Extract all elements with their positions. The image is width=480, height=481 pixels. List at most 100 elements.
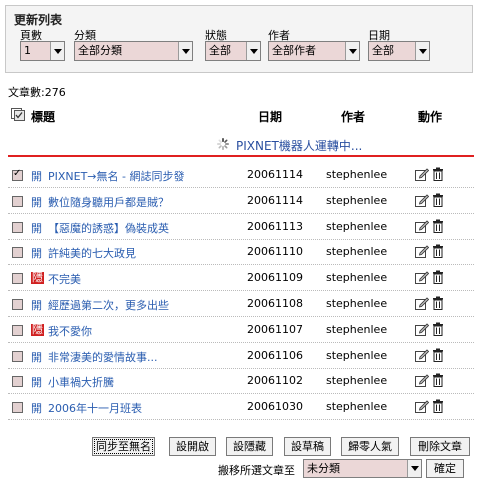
author-select-value: 全部作者 [272,44,316,57]
edit-icon[interactable] [415,168,429,181]
header-author: 作者 [341,110,366,124]
article-date: 20061109 [247,271,303,284]
edit-icon[interactable] [415,297,429,310]
header-action: 動作 [418,110,443,124]
article-date: 20061107 [247,323,303,336]
row-checkbox[interactable] [12,299,23,310]
row-checkbox[interactable] [12,376,23,387]
robot-status: PIXNET機器人運轉中... [236,139,363,153]
select-all-icon[interactable] [11,108,25,121]
status-badge: 隱 [31,271,44,284]
article-title-link[interactable]: 經歷過第二次，更多出些 [48,297,169,313]
header-title: 標題 [31,110,56,124]
category-select[interactable]: 全部分類 [74,41,193,61]
article-date: 20061114 [247,168,303,181]
category-select-value: 全部分類 [78,44,122,57]
confirm-button[interactable]: 確定 [426,459,464,478]
article-title-link[interactable]: PIXNET→無名 - 網誌同步發 [48,168,185,184]
row-checkbox[interactable] [12,196,23,207]
status-badge: 開 [31,402,42,415]
article-date: 20061110 [247,245,303,258]
status-select[interactable]: 全部 [205,41,261,61]
article-title-link[interactable]: 我不愛你 [48,323,92,339]
article-date: 20061108 [247,297,303,310]
row-checkbox[interactable] [12,351,23,362]
article-title-link[interactable]: 許純美的七大政見 [48,245,136,261]
article-date: 20061113 [247,220,303,233]
trash-icon[interactable] [432,399,444,413]
chevron-down-icon [415,42,429,60]
row-checkbox[interactable] [12,222,23,233]
status-badge: 開 [31,247,42,260]
status-badge: 開 [31,222,42,235]
table-row: 開 2006年十一月班表 20061030 stephenlee [8,395,474,420]
header-date: 日期 [258,110,283,124]
trash-icon[interactable] [432,219,444,233]
sync-anonymous-button[interactable]: 同步至無名 [92,437,155,456]
table-row: 開數位隨身聽用戶都是賊？ 20061114 stephenlee [8,189,474,214]
status-select-value: 全部 [209,44,231,57]
trash-icon[interactable] [432,348,444,362]
article-author: stephenlee [326,271,388,284]
row-checkbox[interactable] [12,247,23,258]
article-author: stephenlee [326,349,388,362]
edit-icon[interactable] [415,323,429,336]
status-badge: 開 [31,196,42,209]
table-row: 開 PIXNET→無名 - 網誌同步發 20061114 stephenlee [8,163,474,188]
edit-icon[interactable] [415,245,429,258]
table-row: 開許純美的七大政見 20061110 stephenlee [8,240,474,265]
article-title-link[interactable]: 小車禍大折騰 [48,374,114,390]
panel-title: 更新列表 [14,13,63,27]
edit-icon[interactable] [415,271,429,284]
status-badge: 開 [31,170,42,183]
article-author: stephenlee [326,374,388,387]
article-date: 20061102 [247,374,303,387]
article-author: stephenlee [326,323,388,336]
set-public-button[interactable]: 設開啟 [169,437,216,456]
set-draft-button[interactable]: 設草稿 [284,437,331,456]
article-title-link[interactable]: 數位隨身聽用戶都是賊？ [48,194,169,210]
trash-icon[interactable] [432,322,444,336]
table-row: 開非常淒美的愛情故事... 20061106 stephenlee [8,344,474,369]
status-badge: 開 [31,299,42,312]
chevron-down-icon [178,42,192,60]
row-checkbox[interactable] [12,325,23,336]
edit-icon[interactable] [415,374,429,387]
page-select[interactable]: 1 [20,41,65,61]
article-author: stephenlee [326,220,388,233]
trash-icon[interactable] [432,296,444,310]
article-title-link[interactable]: 非常淒美的愛情故事... [48,349,158,365]
date-select-value: 全部 [372,44,394,57]
row-checkbox[interactable] [12,168,23,181]
row-checkbox[interactable] [12,273,23,284]
row-checkbox[interactable] [12,402,23,413]
move-target-select[interactable]: 未分類 [303,459,422,478]
status-badge: 開 [31,351,42,364]
trash-icon[interactable] [432,270,444,284]
delete-article-button[interactable]: 刪除文章 [410,437,470,456]
date-select[interactable]: 全部 [368,41,430,61]
edit-icon[interactable] [415,194,429,207]
trash-icon[interactable] [432,193,444,207]
edit-icon[interactable] [415,349,429,362]
table-row: 開經歷過第二次，更多出些 20061108 stephenlee [8,292,474,317]
chevron-down-icon [246,42,260,60]
move-target-value: 未分類 [307,462,340,475]
trash-icon[interactable] [432,373,444,387]
author-select[interactable]: 全部作者 [268,41,360,61]
divider [8,155,474,157]
trash-icon[interactable] [432,167,444,181]
edit-icon[interactable] [415,220,429,233]
reset-popularity-button[interactable]: 歸零人氣 [341,437,399,456]
article-author: stephenlee [326,297,388,310]
trash-icon[interactable] [432,244,444,258]
article-title-link[interactable]: 不完美 [48,271,81,287]
chevron-down-icon [407,460,421,477]
article-count: 文章數:276 [8,86,66,99]
article-title-link[interactable]: 【惡魔的誘惑】偽裝成英 [48,220,169,236]
chevron-down-icon [50,42,64,60]
table-row: 隱我不愛你 20061107 stephenlee [8,318,474,343]
set-hidden-button[interactable]: 設隱藏 [226,437,273,456]
edit-icon[interactable] [415,400,429,413]
article-title-link[interactable]: 2006年十一月班表 [48,400,142,416]
